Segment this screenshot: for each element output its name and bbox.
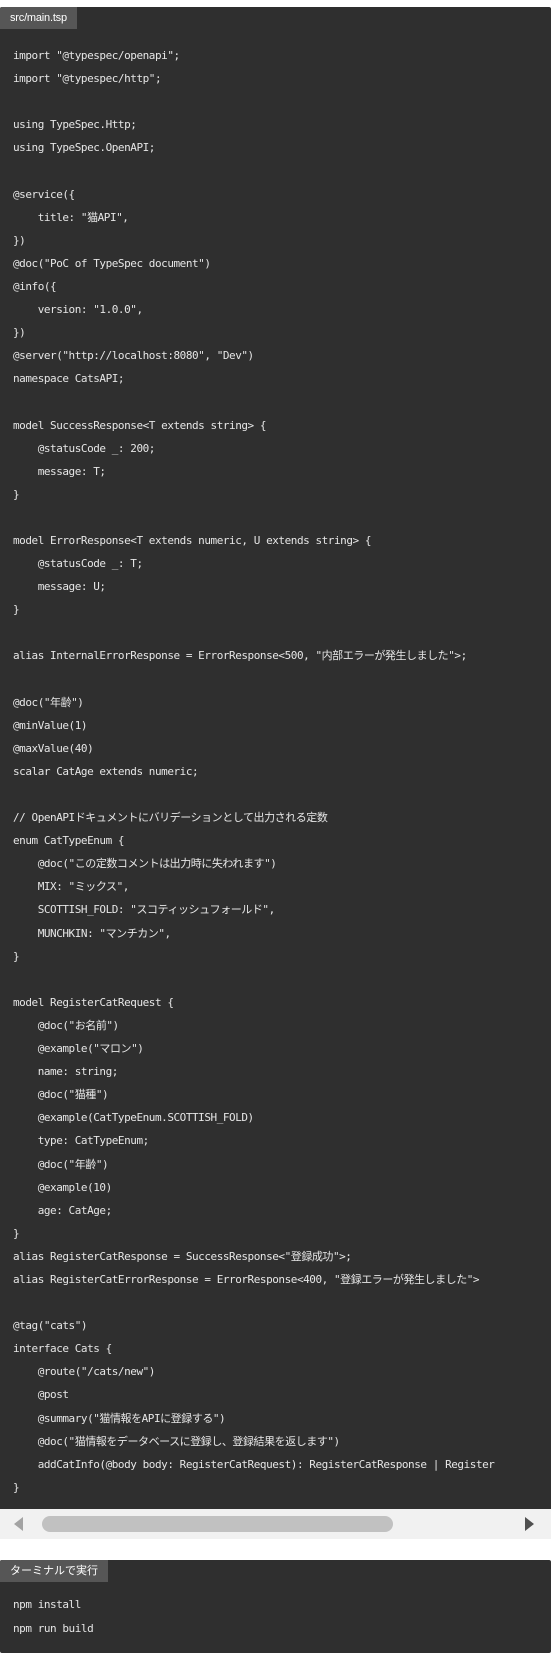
code-line: @server("http://localhost:8080", "Dev")	[13, 349, 254, 363]
code-line: addCatInfo(@body body: RegisterCatReques…	[13, 1457, 495, 1471]
code-line: version: "1.0.0",	[13, 303, 143, 317]
code-line: @statusCode _: 200;	[13, 441, 156, 455]
code-line: SCOTTISH_FOLD: "スコティッシュフォールド",	[13, 903, 276, 917]
code-line: }	[13, 1226, 20, 1240]
code-line: @summary("猫情報をAPIに登録する")	[13, 1411, 226, 1425]
code-line: alias InternalErrorResponse = ErrorRespo…	[13, 649, 467, 663]
code-line: }	[13, 949, 20, 963]
triangle-left-icon[interactable]	[14, 1517, 23, 1531]
code-line: @doc("PoC of TypeSpec document")	[13, 256, 211, 270]
code-line: @info({	[13, 279, 57, 293]
code-line: age: CatAge;	[13, 1203, 113, 1217]
code-line: @tag("cats")	[13, 1319, 88, 1333]
code-line: message: U;	[13, 580, 106, 594]
code-line: type: CatTypeEnum;	[13, 1134, 150, 1148]
code-line: @minValue(1)	[13, 718, 88, 732]
code-line: @doc("お名前")	[13, 1018, 119, 1032]
horizontal-scrollbar[interactable]	[0, 1509, 551, 1539]
terminal-block: ターミナルで実行 npm install npm run build	[0, 1560, 551, 1653]
code-line: @example(10)	[13, 1180, 113, 1194]
code-line: import "@typespec/http";	[13, 72, 162, 86]
code-line: @post	[13, 1388, 69, 1402]
terminal-lines: npm install npm run build	[13, 1593, 94, 1641]
code-line: @statusCode _: T;	[13, 557, 143, 571]
code-line: }	[13, 603, 20, 617]
code-line: scalar CatAge extends numeric;	[13, 764, 199, 778]
terminal-line: npm install	[13, 1598, 81, 1611]
code-line: using TypeSpec.OpenAPI;	[13, 141, 155, 155]
code-line: model ErrorResponse<T extends numeric, U…	[13, 533, 372, 547]
code-line: @maxValue(40)	[13, 741, 94, 755]
code-line: MIX: "ミックス",	[13, 880, 130, 894]
code-line: })	[13, 233, 26, 247]
code-line: import "@typespec/openapi";	[13, 49, 180, 62]
code-line: name: string;	[13, 1065, 119, 1079]
terminal-line: npm run build	[13, 1622, 94, 1635]
code-line: @doc("猫情報をデータベースに登録し、登録結果を返します")	[13, 1434, 340, 1448]
code-line: @doc("この定数コメントは出力時に失われます")	[13, 857, 277, 871]
code-line: using TypeSpec.Http;	[13, 118, 137, 132]
code-line: alias RegisterCatErrorResponse = ErrorRe…	[13, 1272, 480, 1286]
code-block: src/main.tsp import "@typespec/openapi";…	[0, 7, 551, 1525]
code-line: @example("マロン")	[13, 1042, 144, 1056]
code-line: model RegisterCatRequest {	[13, 995, 174, 1009]
code-line: @route("/cats/new")	[13, 1365, 156, 1379]
code-line: @doc("年齢")	[13, 1157, 109, 1171]
code-line: @doc("年齢")	[13, 695, 84, 709]
code-line: title: "猫API",	[13, 210, 129, 224]
code-line: namespace CatsAPI;	[13, 372, 125, 386]
code-line: // OpenAPIドキュメントにバリデーションとして出力される定数	[13, 811, 328, 825]
code-lines: import "@typespec/openapi"; import "@type…	[13, 44, 551, 1499]
code-line: @example(CatTypeEnum.SCOTTISH_FOLD)	[13, 1111, 254, 1125]
code-line: @doc("猫種")	[13, 1088, 109, 1102]
code-line: interface Cats {	[13, 1342, 112, 1356]
code-line: }	[13, 1480, 20, 1494]
code-line: enum CatTypeEnum {	[13, 834, 125, 848]
code-line: })	[13, 326, 26, 340]
terminal-title-tab: ターミナルで実行	[0, 1560, 108, 1582]
code-line: @service({	[13, 187, 75, 201]
filename-tab: src/main.tsp	[0, 7, 77, 29]
code-line: model SuccessResponse<T extends string> …	[13, 418, 267, 432]
code-line: MUNCHKIN: "マンチカン",	[13, 926, 171, 940]
code-line: message: T;	[13, 464, 106, 478]
code-line: alias RegisterCatResponse = SuccessRespo…	[13, 1249, 352, 1263]
triangle-right-icon[interactable]	[525, 1517, 534, 1531]
code-line: }	[13, 487, 20, 501]
scrollbar-thumb[interactable]	[42, 1516, 393, 1532]
